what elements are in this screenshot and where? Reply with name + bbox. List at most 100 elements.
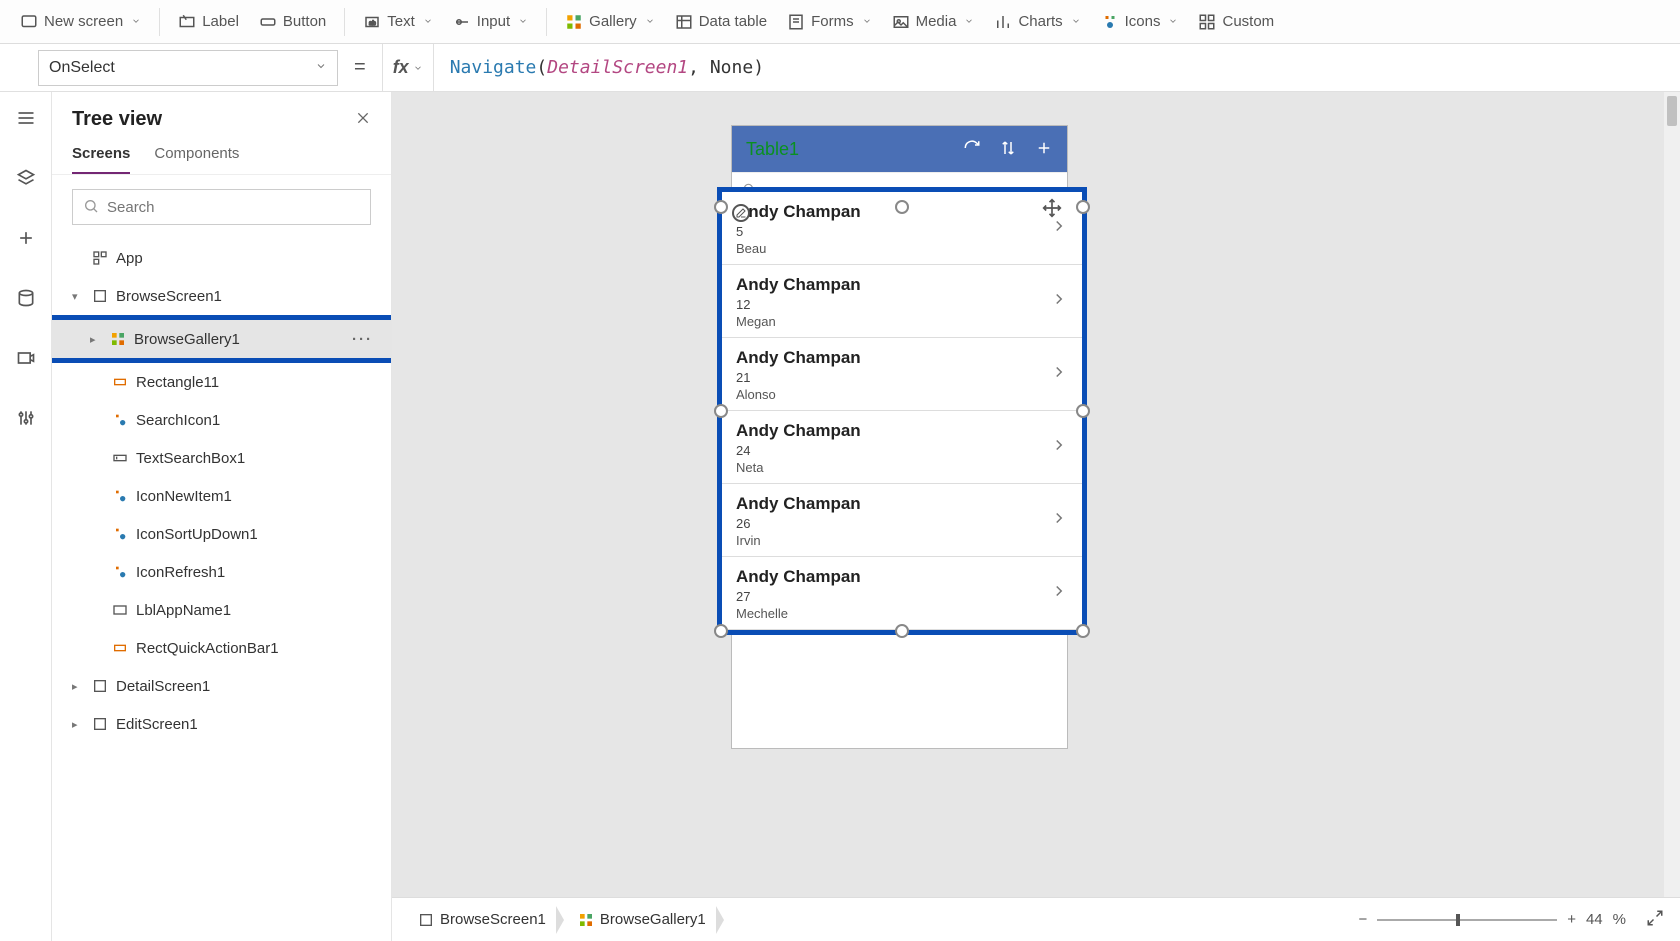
browse-gallery[interactable]: Andy Champan 5 Beau Andy Champan 12 Mega… [722,192,1082,630]
chevron-right-icon[interactable] [1050,509,1068,533]
tree-item-icon-new[interactable]: IconNewItem1 [52,477,391,515]
search-input[interactable] [107,199,360,216]
chevron-right-icon[interactable]: ▸ [72,718,84,731]
label-button[interactable]: Label [170,9,247,35]
resize-handle[interactable] [1076,200,1090,214]
tree-item-rect-quick-action[interactable]: RectQuickActionBar1 [52,629,391,667]
list-item[interactable]: Andy Champan 26 Irvin [722,484,1082,557]
data-tab[interactable] [10,282,42,314]
canvas[interactable]: Table1 Andy Champan 5 [392,92,1680,941]
fullscreen-icon[interactable] [1646,909,1664,931]
app-title: Table1 [746,139,799,160]
forms-button[interactable]: Forms [779,9,880,35]
item-name: Andy Champan [736,275,861,295]
custom-button[interactable]: Custom [1190,9,1282,35]
item-number: 24 [736,443,861,458]
button-button[interactable]: Button [251,9,334,35]
breadcrumb-control[interactable]: BrowseGallery1 [568,907,716,932]
sort-icon[interactable] [999,139,1017,160]
data-table-button[interactable]: Data table [667,9,775,35]
tree-item-icon-sort[interactable]: IconSortUpDown1 [52,515,391,553]
tree-item-detail-screen[interactable]: ▸ DetailScreen1 [52,667,391,705]
chevron-right-icon[interactable]: ▸ [90,333,102,346]
media-tab[interactable] [10,342,42,374]
zoom-slider[interactable] [1377,919,1557,921]
resize-handle[interactable] [1076,404,1090,418]
item-subtitle: Beau [736,241,861,256]
resize-handle[interactable] [1076,624,1090,638]
tree-item-browse-gallery[interactable]: ▸ BrowseGallery1 ··· [52,320,391,358]
gallery-selection[interactable]: Andy Champan 5 Beau Andy Champan 12 Mega… [717,187,1087,635]
edit-template-icon[interactable] [732,204,750,222]
insert-tab[interactable] [10,222,42,254]
formula-bar: OnSelect = fx Navigate(DetailScreen1, No… [0,44,1680,92]
list-item[interactable]: Andy Champan 27 Mechelle [722,557,1082,630]
tree-item-browse-screen[interactable]: ▾ BrowseScreen1 [52,277,391,315]
icons-button[interactable]: Icons [1093,9,1187,35]
tree-item-app[interactable]: App [52,239,391,277]
tree-search[interactable] [72,189,371,225]
gallery-button[interactable]: Gallery [557,9,663,35]
resize-handle[interactable] [714,404,728,418]
chevron-right-icon[interactable] [1050,436,1068,460]
chevron-down-icon [645,13,655,30]
tree-item-lbl-app-name[interactable]: LblAppName1 [52,591,391,629]
tree-item-edit-screen[interactable]: ▸ EditScreen1 [52,705,391,743]
text-button[interactable]: ab Text [355,9,441,35]
data-table-icon [675,13,693,31]
resize-handle[interactable] [714,624,728,638]
item-subtitle: Irvin [736,533,861,548]
hamburger-button[interactable] [10,102,42,134]
resize-handle[interactable] [895,200,909,214]
resize-handle[interactable] [895,624,909,638]
search-icon [83,198,99,217]
screen-icon [92,678,108,694]
fx-button[interactable]: fx [382,44,434,91]
tree-item-icon-refresh[interactable]: IconRefresh1 [52,553,391,591]
list-item[interactable]: Andy Champan 12 Megan [722,265,1082,338]
rectangle-icon [112,640,128,656]
item-subtitle: Megan [736,314,861,329]
canvas-footer: BrowseScreen1 BrowseGallery1 − + 44 % [392,897,1680,941]
tree-item-search-icon[interactable]: SearchIcon1 [52,401,391,439]
breadcrumb-screen[interactable]: BrowseScreen1 [408,907,556,932]
media-button[interactable]: Media [884,9,983,35]
zoom-thumb[interactable] [1456,914,1460,926]
move-icon[interactable] [1042,198,1062,223]
zoom-in-button[interactable]: + [1567,911,1576,928]
chevron-down-icon[interactable]: ▾ [72,290,84,303]
gallery-icon [578,912,594,928]
resize-handle[interactable] [714,200,728,214]
new-screen-button[interactable]: New screen [12,9,149,35]
chevron-right-icon[interactable] [1050,290,1068,314]
charts-button[interactable]: Charts [986,9,1088,35]
scrollbar-thumb[interactable] [1667,96,1677,126]
tab-components[interactable]: Components [154,145,239,174]
tree-item-rectangle[interactable]: Rectangle11 [52,363,391,401]
gallery-icon [110,331,126,347]
zoom-controls: − + 44 % [1358,909,1664,931]
advanced-tab[interactable] [10,402,42,434]
more-icon[interactable]: ··· [352,331,373,348]
icons-icon [1101,13,1119,31]
vertical-scrollbar[interactable] [1664,92,1680,897]
zoom-out-button[interactable]: − [1358,911,1367,928]
property-dropdown[interactable]: OnSelect [38,50,338,86]
chevron-right-icon[interactable] [1050,582,1068,606]
chevron-right-icon[interactable]: ▸ [72,680,84,693]
list-item[interactable]: Andy Champan 24 Neta [722,411,1082,484]
tab-screens[interactable]: Screens [72,145,130,174]
svg-text:ab: ab [369,21,376,27]
list-item[interactable]: Andy Champan 21 Alonso [722,338,1082,411]
formula-input[interactable]: Navigate(DetailScreen1, None) [442,57,764,78]
label-icon [112,602,128,618]
tree-title: Tree view [72,108,162,131]
zoom-suffix: % [1613,911,1626,928]
input-button[interactable]: Input [445,9,536,35]
add-icon[interactable] [1035,139,1053,160]
chevron-right-icon[interactable] [1050,363,1068,387]
tree-view-tab[interactable] [10,162,42,194]
close-icon[interactable] [355,110,371,129]
refresh-icon[interactable] [963,139,981,160]
tree-item-text-search-box[interactable]: TextSearchBox1 [52,439,391,477]
